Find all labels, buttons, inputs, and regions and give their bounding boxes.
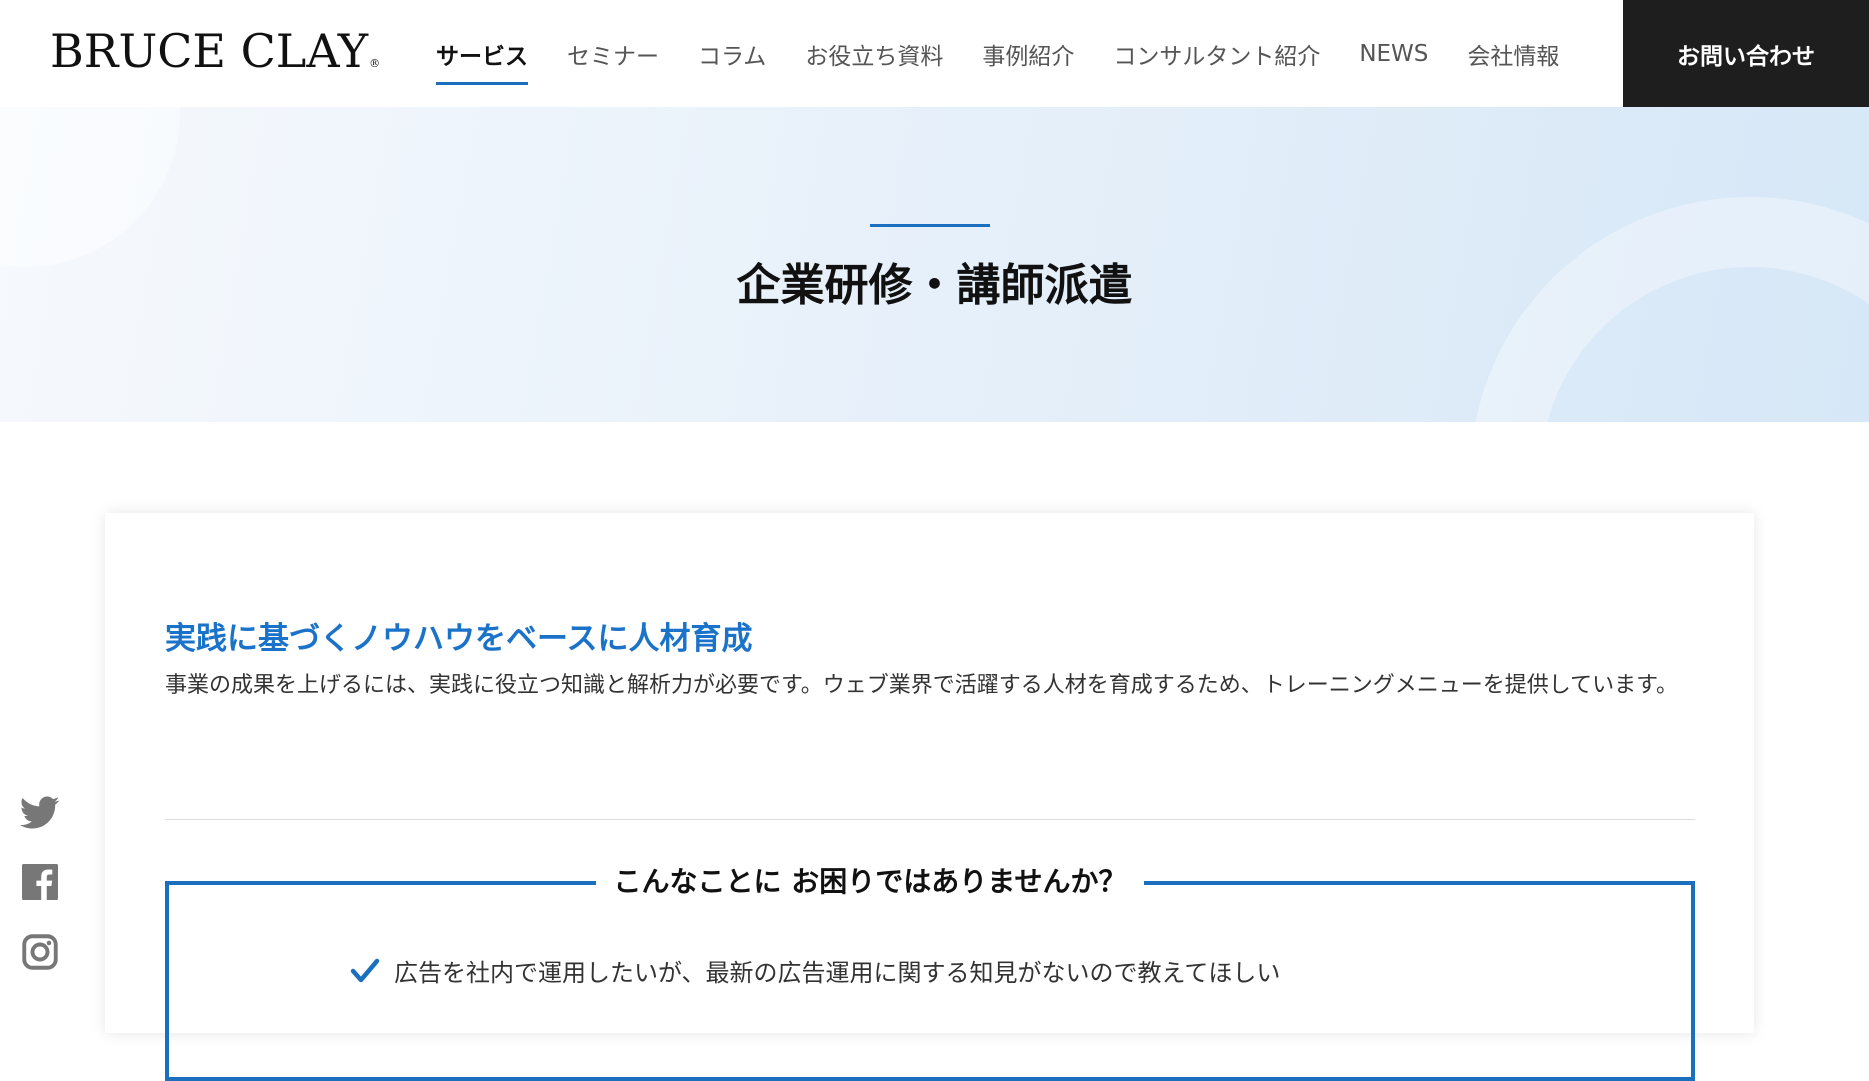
twitter-icon[interactable] bbox=[20, 793, 60, 833]
nav-item-label: NEWS bbox=[1359, 40, 1429, 67]
problem-text: 広告を社内で運用したいが、最新の広告運用に関する知見がないので教えてほしい bbox=[394, 959, 1281, 987]
brand-logo-text: BRUCE CLAY bbox=[50, 24, 369, 78]
brand-logo[interactable]: BRUCE CLAY® bbox=[50, 24, 380, 78]
instagram-icon-graphic bbox=[22, 934, 58, 970]
nav-item-label: コンサルタント紹介 bbox=[1113, 43, 1321, 70]
section-description: 事業の成果を上げるには、実践に役立つ知識と解析力が必要です。ウェブ業界で活躍する… bbox=[165, 673, 1678, 698]
section-heading: 実践に基づくノウハウをベースに人材育成 bbox=[165, 621, 753, 657]
hero-banner: 企業研修・講師派遣 bbox=[0, 107, 1869, 422]
hero-accent-line bbox=[870, 224, 990, 227]
nav-item-company[interactable]: 会社情報 bbox=[1467, 0, 1559, 107]
problem-list-item: 広告を社内で運用したいが、最新の広告運用に関する知見がないので教えてほしい bbox=[350, 953, 1280, 988]
nav-item-label: コラム bbox=[698, 43, 767, 70]
registered-mark: ® bbox=[369, 57, 381, 70]
nav-item-label: 会社情報 bbox=[1467, 43, 1560, 70]
content-card: 実践に基づくノウハウをベースに人材育成 事業の成果を上げるには、実践に役立つ知識… bbox=[105, 513, 1754, 1081]
nav-item-label: サービス bbox=[436, 43, 528, 70]
nav-item-services[interactable]: サービス bbox=[436, 0, 528, 107]
nav-item-seminars[interactable]: セミナー bbox=[567, 0, 659, 107]
nav-item-label: 事例紹介 bbox=[982, 43, 1075, 70]
nav-item-label: お役立ち資料 bbox=[805, 43, 944, 70]
nav-item-case-studies[interactable]: 事例紹介 bbox=[982, 0, 1074, 107]
main-nav: サービス セミナー コラム お役立ち資料 事例紹介 コンサルタント紹介 NEWS… bbox=[436, 0, 1598, 107]
facebook-icon[interactable] bbox=[20, 862, 60, 902]
twitter-icon-graphic bbox=[20, 796, 60, 829]
site-header: BRUCE CLAY® サービス セミナー コラム お役立ち資料 事例紹介 コン… bbox=[0, 0, 1869, 107]
contact-button-label: お問い合わせ bbox=[1677, 43, 1815, 70]
nav-item-column[interactable]: コラム bbox=[698, 0, 766, 107]
nav-item-news[interactable]: NEWS bbox=[1359, 0, 1428, 107]
divider bbox=[165, 819, 1695, 820]
nav-item-consultants[interactable]: コンサルタント紹介 bbox=[1113, 0, 1320, 107]
page-title: 企業研修・講師派遣 bbox=[736, 260, 1133, 311]
nav-item-label: セミナー bbox=[567, 43, 659, 70]
check-icon bbox=[350, 958, 380, 982]
hero-decoration-circle bbox=[0, 107, 180, 267]
instagram-icon[interactable] bbox=[20, 932, 60, 972]
contact-button[interactable]: お問い合わせ bbox=[1623, 0, 1869, 107]
nav-item-resources[interactable]: お役立ち資料 bbox=[805, 0, 943, 107]
facebook-icon-graphic bbox=[22, 864, 58, 900]
